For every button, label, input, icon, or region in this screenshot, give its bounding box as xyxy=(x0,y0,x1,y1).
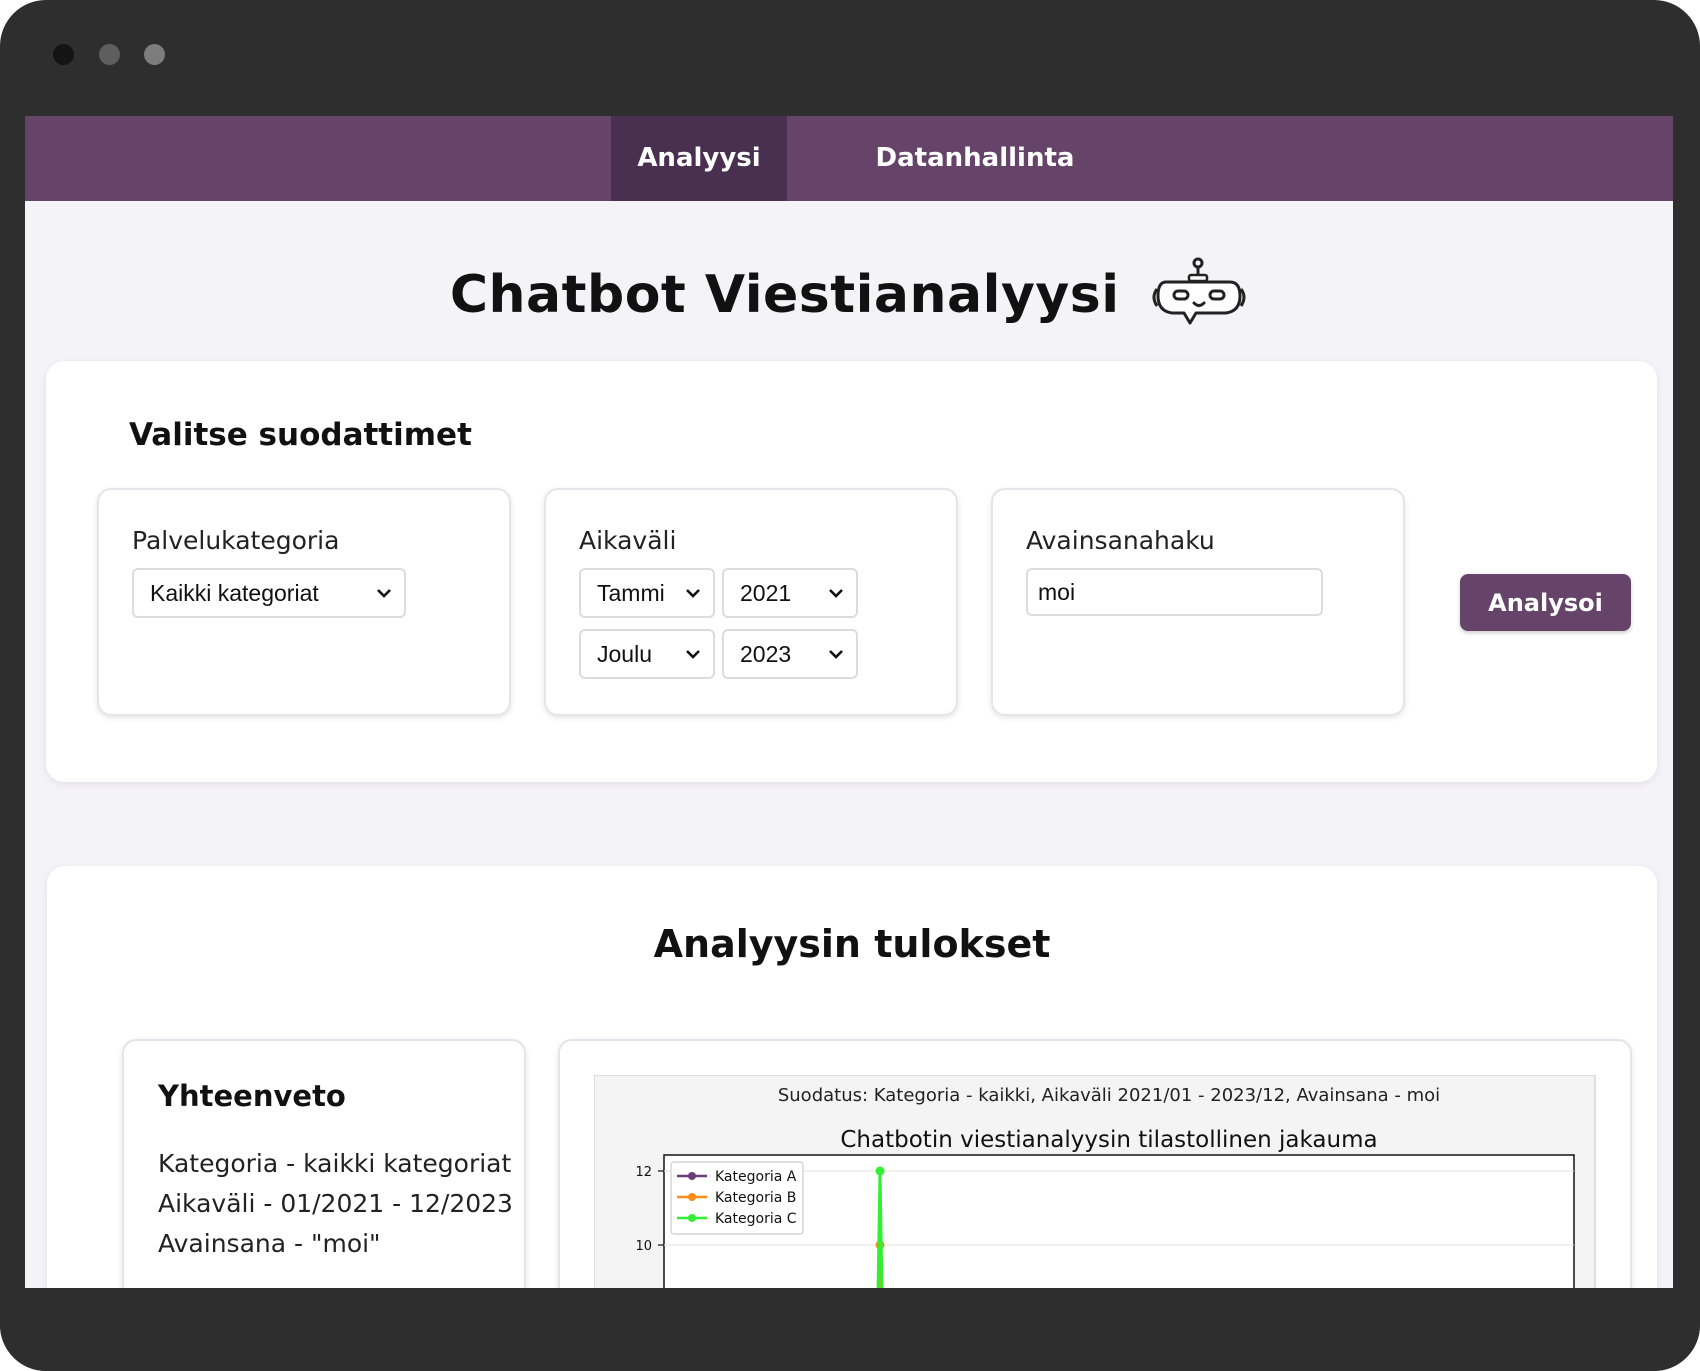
chart-subtitle: Suodatus: Kategoria - kaikki, Aikaväli 2… xyxy=(778,1085,1440,1106)
chevron-down-icon xyxy=(829,650,843,659)
category-label: Palvelukategoria xyxy=(132,526,340,555)
top-navbar: Analyysi Datanhallinta xyxy=(25,116,1673,201)
robot-icon xyxy=(1152,257,1246,325)
start-month-value: Tammi xyxy=(597,580,665,606)
chevron-down-icon xyxy=(377,589,391,598)
summary-keyword: Avainsana - "moi" xyxy=(158,1229,381,1258)
window-bottom-bezel xyxy=(0,1288,1700,1371)
end-year-value: 2023 xyxy=(740,641,792,667)
summary-title: Yhteenveto xyxy=(158,1079,346,1113)
chart-title: Chatbotin viestianalyysin tilastollinen … xyxy=(840,1127,1377,1153)
analyse-button[interactable]: Analysoi xyxy=(1460,574,1631,631)
window-minimize-dot[interactable] xyxy=(99,44,120,65)
start-year-value: 2021 xyxy=(740,580,792,606)
page-title: Chatbot Viestianalyysi xyxy=(25,256,1673,334)
summary-box: Yhteenveto Kategoria - kaikki kategoriat… xyxy=(122,1039,526,1288)
chart-y-tick-label: 10 xyxy=(635,1239,652,1254)
chart-legend-marker xyxy=(688,1193,696,1201)
window-maximize-dot[interactable] xyxy=(144,44,165,65)
chart-y-tick-label: 12 xyxy=(635,1165,652,1180)
category-select[interactable]: Kaikki kategoriat xyxy=(132,568,406,618)
chart-data-point xyxy=(875,1166,885,1176)
chevron-down-icon xyxy=(686,650,700,659)
keyword-filter-box: Avainsanahaku xyxy=(991,488,1405,716)
tab-datanhallinta[interactable]: Datanhallinta xyxy=(875,116,1075,201)
keyword-label: Avainsanahaku xyxy=(1026,526,1215,555)
results-card: Analyysin tulokset Yhteenveto Kategoria … xyxy=(47,866,1657,1288)
category-select-value: Kaikki kategoriat xyxy=(150,580,319,606)
period-filter-box: Aikaväli Tammi 2021 Joulu 2023 xyxy=(544,488,958,716)
filters-card: Valitse suodattimet Palvelukategoria Kai… xyxy=(46,361,1657,782)
end-month-select[interactable]: Joulu xyxy=(579,629,715,679)
start-month-select[interactable]: Tammi xyxy=(579,568,715,618)
window-frame: Analyysi Datanhallinta Chatbot Viestiana… xyxy=(0,0,1700,1371)
window-close-dot[interactable] xyxy=(53,44,74,65)
keyword-input[interactable] xyxy=(1026,568,1323,616)
page-title-text: Chatbot Viestianalyysi xyxy=(449,265,1120,325)
chevron-down-icon xyxy=(686,589,700,598)
chart-legend-label: Kategoria C xyxy=(715,1211,797,1227)
filters-title: Valitse suodattimet xyxy=(129,417,472,453)
line-chart: Suodatus: Kategoria - kaikki, Aikaväli 2… xyxy=(594,1075,1596,1288)
end-year-select[interactable]: 2023 xyxy=(722,629,858,679)
category-filter-box: Palvelukategoria Kaikki kategoriat xyxy=(97,488,511,716)
period-label: Aikaväli xyxy=(579,526,677,555)
chevron-down-icon xyxy=(829,589,843,598)
chart-legend-label: Kategoria B xyxy=(715,1190,796,1206)
summary-period: Aikaväli - 01/2021 - 12/2023 xyxy=(158,1189,513,1218)
end-month-value: Joulu xyxy=(597,641,652,667)
chart-legend-marker xyxy=(688,1172,696,1180)
tab-analyysi[interactable]: Analyysi xyxy=(611,116,787,201)
summary-category: Kategoria - kaikki kategoriat xyxy=(158,1149,512,1178)
browser-viewport: Analyysi Datanhallinta Chatbot Viestiana… xyxy=(25,116,1673,1288)
chart-legend-marker xyxy=(688,1214,696,1222)
results-title: Analyysin tulokset xyxy=(653,922,1051,966)
chart-box: Suodatus: Kategoria - kaikki, Aikaväli 2… xyxy=(558,1039,1632,1288)
start-year-select[interactable]: 2021 xyxy=(722,568,858,618)
chart-legend-label: Kategoria A xyxy=(715,1169,797,1185)
